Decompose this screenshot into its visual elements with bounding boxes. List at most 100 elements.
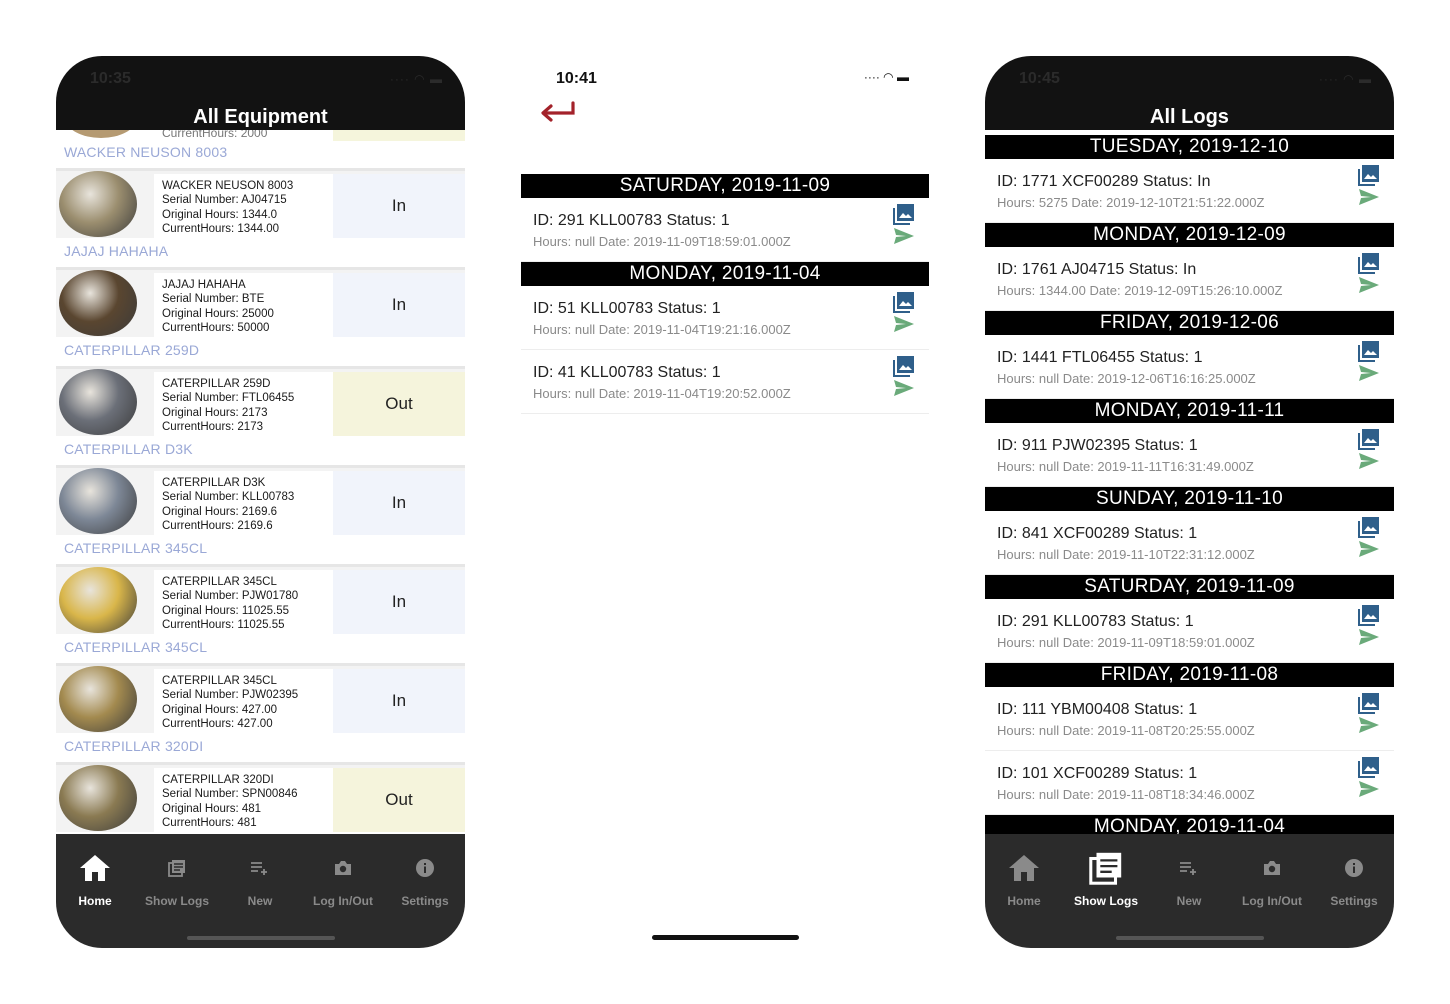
- send-icon[interactable]: [1358, 276, 1380, 299]
- signal-icon: ····: [389, 72, 410, 86]
- status-time: 10:35: [90, 70, 131, 87]
- image-icon[interactable]: [893, 355, 915, 382]
- equipment-row[interactable]: JAJAJ HAHAHA Serial Number: BTE Original H…: [56, 267, 465, 339]
- status-icons: ···· ◠ ▬: [390, 72, 443, 86]
- equipment-row[interactable]: CATERPILLAR 345CL Serial Number: PJW02395…: [56, 663, 465, 735]
- send-icon[interactable]: [1358, 628, 1380, 651]
- equipment-name-line: CATERPILLAR 345CL: [162, 675, 277, 687]
- status-time: 10:45: [1019, 70, 1060, 87]
- date-header: SATURDAY, 2019-11-09: [985, 575, 1394, 599]
- status-button[interactable]: In: [333, 273, 465, 337]
- status-button[interactable]: In: [333, 570, 465, 634]
- equipment-original: Original Hours: 2169.6: [162, 505, 278, 518]
- tab-show-logs[interactable]: Show Logs: [1065, 848, 1147, 908]
- home-icon: [56, 848, 136, 888]
- send-icon[interactable]: [1358, 452, 1380, 475]
- image-icon[interactable]: [1358, 516, 1380, 543]
- equipment-photo: [66, 130, 136, 138]
- send-icon[interactable]: [1358, 188, 1380, 211]
- image-icon[interactable]: [1358, 756, 1380, 783]
- log-title: ID: 111 YBM00408 Status: 1: [997, 701, 1198, 718]
- equipment-row[interactable]: CATERPILLAR 345CL Serial Number: PJW01780…: [56, 564, 465, 636]
- equipment-info: CATERPILLAR 345CL Serial Number: PJW01780…: [154, 570, 333, 634]
- send-icon[interactable]: [1358, 364, 1380, 387]
- equipment-row[interactable]: CATERPILLAR 320DI Serial Number: SPN00846…: [56, 762, 465, 834]
- image-icon[interactable]: [893, 203, 915, 230]
- tab-new[interactable]: New: [219, 848, 301, 908]
- image-icon[interactable]: [1358, 252, 1380, 279]
- send-icon[interactable]: [893, 227, 915, 250]
- equipment-original: Original Hours: 25000: [162, 307, 274, 320]
- playlist-add-icon: [1148, 848, 1230, 888]
- equipment-row[interactable]: CATERPILLAR D3K Serial Number: KLL00783 Or…: [56, 465, 465, 537]
- home-indicator: [1116, 936, 1264, 940]
- equipment-screen: 10:35 ···· ◠ ▬ All Equipment CurrentHour…: [56, 56, 465, 948]
- partial-row-text: CurrentHours: 2000: [162, 130, 268, 140]
- tab-home[interactable]: Home: [985, 848, 1065, 908]
- log-title: ID: 41 KLL00783 Status: 1: [533, 364, 721, 381]
- header: 10:45 ···· ◠ ▬ All Logs: [985, 56, 1394, 130]
- tab-bar: Home Show Logs New Log In/Out Settings: [985, 834, 1394, 948]
- equipment-name-line: CATERPILLAR 259D: [162, 378, 271, 390]
- log-row[interactable]: ID: 51 KLL00783 Status: 1 Hours: null Dat…: [521, 286, 929, 350]
- section-label: CATERPILLAR D3K: [64, 441, 193, 457]
- log-row[interactable]: ID: 291 KLL00783 Status: 1 Hours: null Da…: [521, 198, 929, 262]
- tab-show-logs[interactable]: Show Logs: [136, 848, 218, 908]
- log-row[interactable]: ID: 1761 AJ04715 Status: In Hours: 1344.0…: [985, 247, 1394, 311]
- tab-new[interactable]: New: [1148, 848, 1230, 908]
- section-label: CATERPILLAR 259D: [64, 342, 200, 358]
- equipment-list[interactable]: CurrentHours: 2000 WACKER NEUSON 8003 WAC…: [56, 130, 465, 835]
- tab-log-in-out[interactable]: Log In/Out: [302, 848, 384, 908]
- send-icon[interactable]: [1358, 540, 1380, 563]
- status-button[interactable]: Out: [333, 372, 465, 436]
- tab-home[interactable]: Home: [56, 848, 136, 908]
- tab-label: Show Logs: [1074, 894, 1138, 908]
- log-title: ID: 291 KLL00783 Status: 1: [533, 212, 730, 229]
- battery-icon: ▬: [1359, 72, 1372, 86]
- log-row[interactable]: ID: 41 KLL00783 Status: 1 Hours: null Dat…: [521, 350, 929, 414]
- log-row[interactable]: ID: 111 YBM00408 Status: 1 Hours: null Da…: [985, 687, 1394, 751]
- image-icon[interactable]: [1358, 428, 1380, 455]
- log-list[interactable]: TUESDAY, 2019-12-10 ID: 1771 XCF00289 Sta…: [985, 135, 1394, 835]
- send-icon[interactable]: [893, 379, 915, 402]
- equipment-row[interactable]: CATERPILLAR 259D Serial Number: FTL06455 O…: [56, 366, 465, 438]
- status-button[interactable]: In: [333, 471, 465, 535]
- log-row[interactable]: ID: 841 XCF00289 Status: 1 Hours: null Da…: [985, 511, 1394, 575]
- back-arrow-icon[interactable]: [539, 100, 577, 131]
- log-row[interactable]: ID: 911 PJW02395 Status: 1 Hours: null Da…: [985, 423, 1394, 487]
- section-label: JAJAJ HAHAHA: [64, 243, 169, 259]
- log-row[interactable]: ID: 1441 FTL06455 Status: 1 Hours: null D…: [985, 335, 1394, 399]
- equipment-original: Original Hours: 2173: [162, 406, 268, 419]
- tab-settings[interactable]: Settings: [384, 848, 465, 908]
- logs-icon: [1065, 848, 1147, 888]
- section-label: CATERPILLAR 345CL: [64, 540, 208, 556]
- image-icon[interactable]: [1358, 604, 1380, 631]
- equipment-photo: [59, 270, 137, 336]
- log-details: Hours: null Date: 2019-11-09T18:59:01.00…: [997, 635, 1255, 650]
- equipment-current: CurrentHours: 11025.55: [162, 618, 285, 631]
- status-button[interactable]: In: [333, 669, 465, 733]
- tab-log-in-out[interactable]: Log In/Out: [1231, 848, 1313, 908]
- tab-label: Show Logs: [145, 894, 209, 908]
- send-icon[interactable]: [1358, 716, 1380, 739]
- send-icon[interactable]: [1358, 780, 1380, 803]
- status-icons: ···· ◠ ▬: [864, 70, 909, 84]
- image-icon[interactable]: [1358, 692, 1380, 719]
- log-row[interactable]: ID: 101 XCF00289 Status: 1 Hours: null Da…: [985, 751, 1394, 815]
- log-title: ID: 1761 AJ04715 Status: In: [997, 261, 1197, 278]
- equipment-row[interactable]: WACKER NEUSON 8003 Serial Number: AJ04715…: [56, 168, 465, 240]
- status-button[interactable]: Out: [333, 768, 465, 832]
- image-icon[interactable]: [1358, 340, 1380, 367]
- equipment-info: CATERPILLAR 320DI Serial Number: SPN00846…: [154, 768, 333, 832]
- log-details: Hours: null Date: 2019-11-08T18:34:46.00…: [997, 787, 1255, 802]
- header: 10:35 ···· ◠ ▬ All Equipment: [56, 56, 465, 130]
- send-icon[interactable]: [893, 315, 915, 338]
- all-logs-screen: 10:45 ···· ◠ ▬ All Logs TUESDAY, 2019-12…: [985, 56, 1394, 948]
- tab-settings[interactable]: Settings: [1313, 848, 1394, 908]
- image-icon[interactable]: [1358, 164, 1380, 191]
- log-row[interactable]: ID: 1771 XCF00289 Status: In Hours: 5275 …: [985, 159, 1394, 223]
- status-button[interactable]: In: [333, 174, 465, 238]
- log-row[interactable]: ID: 291 KLL00783 Status: 1 Hours: null Da…: [985, 599, 1394, 663]
- log-list[interactable]: SATURDAY, 2019-11-09 ID: 291 KLL00783 Sta…: [521, 174, 929, 414]
- image-icon[interactable]: [893, 291, 915, 318]
